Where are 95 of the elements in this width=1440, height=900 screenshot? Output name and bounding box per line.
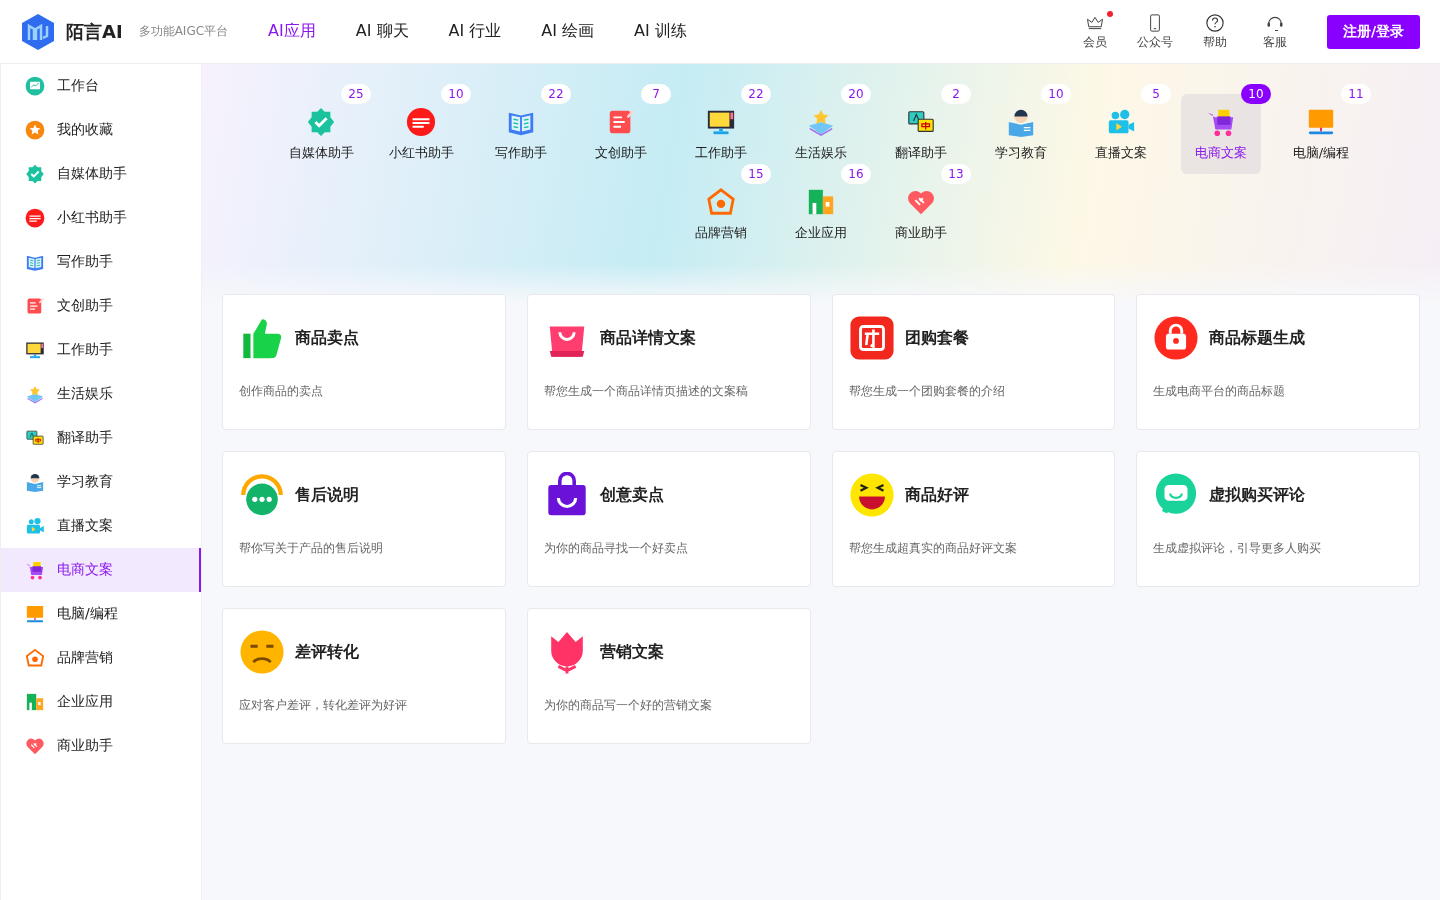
app-card[interactable]: 商品详情文案 帮您生成一个商品详情页描述的文案稿: [526, 294, 811, 430]
headset-chat-icon: [239, 472, 285, 518]
card-title: 团购套餐: [904, 327, 969, 349]
count-badge: 16: [841, 164, 871, 184]
app-card[interactable]: 商品好评 帮您生成超真实的商品好评文案: [831, 451, 1116, 587]
nav-tab[interactable]: AI 行业: [438, 21, 512, 42]
app-card[interactable]: 营销文案 为你的商品写一个好的营销文案: [526, 608, 811, 744]
nav-tab[interactable]: AI 聊天: [345, 21, 419, 42]
count-badge: 15: [741, 164, 771, 184]
sidebar-item[interactable]: 直播文案: [1, 504, 201, 548]
check-badge-icon: [25, 164, 45, 184]
toolbar-button[interactable]: 会员: [1070, 12, 1119, 51]
cart-icon: [25, 560, 45, 580]
card-title: 售后说明: [295, 484, 359, 506]
app-card[interactable]: 售后说明 帮你写关于产品的售后说明: [222, 451, 506, 587]
computer-icon: [1306, 107, 1336, 137]
count-badge: 10: [1241, 84, 1271, 104]
brand-name: 陌言AI: [66, 19, 123, 44]
building-icon: [25, 692, 45, 712]
app-card[interactable]: 创意卖点 为你的商品寻找一个好卖点: [526, 451, 811, 587]
count-badge: 5: [1141, 84, 1171, 104]
app-card[interactable]: 团购套餐 帮您生成一个团购套餐的介绍: [831, 294, 1116, 430]
sad-face-icon: [239, 629, 285, 675]
app-card[interactable]: 虚拟购买评论 生成虚拟评论，引导更多人购买: [1136, 451, 1420, 587]
sidebar-item[interactable]: 工作台: [1, 64, 201, 108]
sidebar-item[interactable]: 生活娱乐: [1, 372, 201, 416]
building-icon: [806, 187, 836, 217]
note-icon: [25, 296, 45, 316]
count-badge: 22: [741, 84, 771, 104]
count-badge: 11: [1341, 84, 1371, 104]
sidebar-item[interactable]: 写作助手: [1, 240, 201, 284]
card-title: 商品好评: [904, 484, 969, 506]
app-card[interactable]: 商品卖点 创作商品的卖点: [222, 294, 506, 430]
count-badge: 2: [941, 84, 971, 104]
card-title: 虚拟购买评论: [1209, 484, 1306, 506]
count-badge: 7: [641, 84, 671, 104]
sidebar-item[interactable]: 学习教育: [1, 460, 201, 504]
count-badge: 25: [341, 84, 371, 104]
card-description: 帮您生成一个商品详情页描述的文案稿: [543, 383, 749, 400]
check-badge-icon: [306, 107, 336, 137]
nav-tab[interactable]: AI 训练: [624, 21, 697, 42]
shopping-bag-icon: [1153, 315, 1200, 361]
group-buy-icon: [848, 315, 895, 361]
monitor-icon: [25, 340, 45, 360]
toolbar-button[interactable]: 客服: [1250, 12, 1299, 51]
card-description: 帮你写关于产品的售后说明: [239, 540, 384, 557]
video-camera-icon: [25, 516, 45, 536]
star-book-icon: [25, 384, 45, 404]
card-title: 商品标题生成: [1209, 327, 1306, 349]
sidebar-item[interactable]: 小红书助手: [1, 196, 201, 240]
card-title: 创意卖点: [599, 484, 664, 506]
sidebar-item[interactable]: 我的收藏: [1, 108, 201, 152]
sidebar-item[interactable]: 翻译助手: [1, 416, 201, 460]
sidebar-item[interactable]: 工作助手: [1, 328, 201, 372]
handshake-heart-icon: [25, 736, 45, 756]
count-badge: 20: [841, 84, 871, 104]
sidebar-item[interactable]: 企业应用: [1, 680, 201, 724]
nav-tab[interactable]: AI应用: [258, 21, 326, 42]
sidebar-item[interactable]: 电脑/编程: [1, 592, 201, 636]
cart-icon: [1206, 107, 1236, 137]
app-card[interactable]: 商品标题生成 生成电商平台的商品标题: [1136, 294, 1420, 430]
toolbar-button[interactable]: 公众号: [1130, 12, 1179, 51]
card-description: 应对客户差评，转化差评为好评: [239, 697, 408, 714]
count-badge: 10: [441, 84, 471, 104]
sidebar-item[interactable]: 自媒体助手: [1, 152, 201, 196]
toolbar-button[interactable]: 帮助: [1190, 12, 1239, 51]
nav-tab[interactable]: AI 绘画: [531, 21, 604, 42]
help-icon: [1204, 12, 1225, 33]
count-badge: 13: [941, 164, 971, 184]
chart-icon: [25, 76, 45, 96]
card-description: 生成虚拟评论，引导更多人购买: [1153, 540, 1323, 557]
card-title: 营销文案: [599, 641, 664, 663]
translate-icon: [25, 428, 45, 448]
sidebar-item[interactable]: 品牌营销: [1, 636, 201, 680]
laughing-face-icon: [848, 472, 895, 518]
computer-icon: [25, 604, 45, 624]
card-description: 生成电商平台的商品标题: [1153, 383, 1287, 400]
card-title: 差评转化: [295, 641, 359, 663]
card-title: 商品卖点: [295, 327, 359, 349]
student-icon: [1006, 107, 1036, 137]
sidebar-item[interactable]: 电商文案: [1, 548, 201, 592]
card-description: 帮您生成超真实的商品好评文案: [848, 540, 1018, 557]
student-icon: [25, 472, 45, 492]
card-description: 帮您生成一个团购套餐的介绍: [848, 383, 1006, 400]
card-description: 创作商品的卖点: [239, 383, 324, 400]
card-description: 为你的商品寻找一个好卖点: [543, 540, 689, 557]
sidebar-item[interactable]: 商业助手: [1, 724, 201, 768]
card-title: 商品详情文案: [599, 327, 696, 349]
count-badge: 22: [541, 84, 571, 104]
app-card[interactable]: 差评转化 应对客户差评，转化差评为好评: [222, 608, 506, 744]
card-description: 为你的商品写一个好的营销文案: [543, 697, 713, 714]
sidebar-item[interactable]: 文创助手: [1, 284, 201, 328]
tagline: 多功能AIGC平台: [138, 23, 229, 40]
count-badge: 10: [1041, 84, 1071, 104]
login-button[interactable]: 注册/登录: [1326, 14, 1420, 49]
